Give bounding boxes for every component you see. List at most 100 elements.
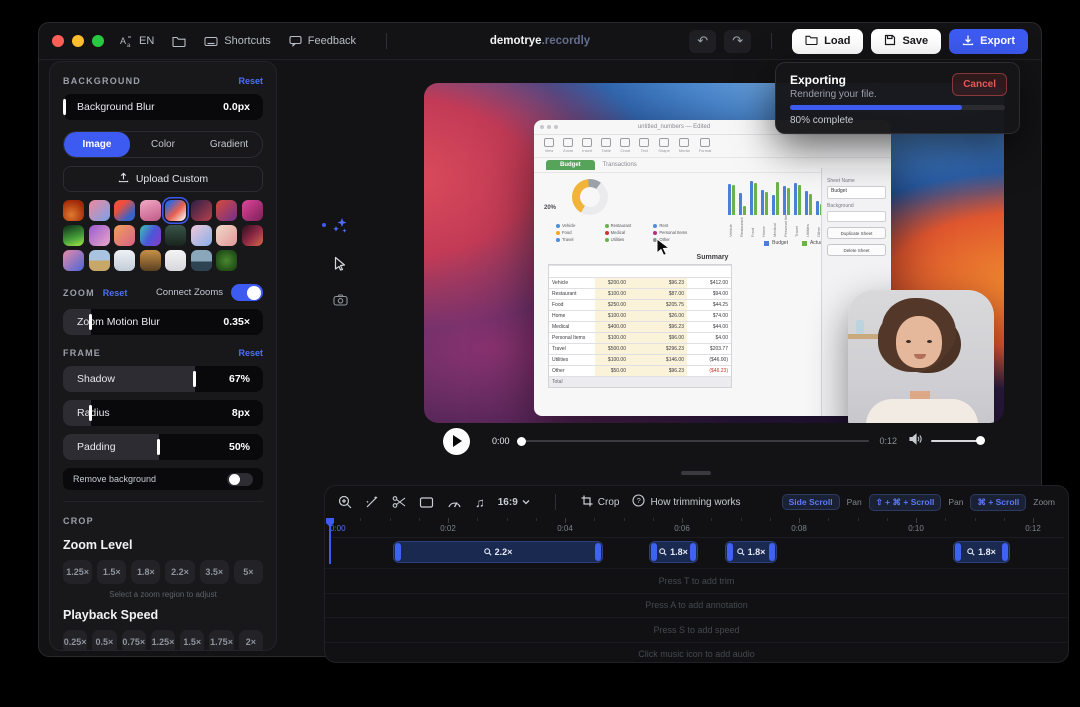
background-thumbnail-pink-marble[interactable] bbox=[191, 225, 212, 246]
region-handle-right[interactable] bbox=[1002, 543, 1008, 561]
zoom-in-tool-button[interactable] bbox=[338, 495, 352, 509]
zoom-level-option-1[interactable]: 1.5× bbox=[97, 560, 126, 584]
zoom-level-option-5[interactable]: 5× bbox=[234, 560, 263, 584]
zoom-motion-blur-slider[interactable]: Zoom Motion Blur 0.35× bbox=[63, 309, 263, 335]
tab-color[interactable]: Color bbox=[130, 132, 196, 157]
slider-handle[interactable] bbox=[89, 314, 92, 330]
frame-reset-link[interactable]: Reset bbox=[238, 348, 263, 358]
tab-image[interactable]: Image bbox=[64, 132, 130, 157]
background-thumbnail-autumn[interactable] bbox=[140, 250, 161, 271]
shortcuts-button[interactable]: Shortcuts bbox=[204, 35, 270, 47]
close-window-button[interactable] bbox=[52, 35, 64, 47]
upload-custom-button[interactable]: Upload Custom bbox=[63, 166, 263, 192]
speaker-icon[interactable] bbox=[909, 432, 923, 450]
export-button[interactable]: Export bbox=[949, 29, 1028, 54]
radius-slider[interactable]: Radius 8px bbox=[63, 400, 263, 426]
tab-gradient[interactable]: Gradient bbox=[196, 132, 262, 157]
zoom-region-0[interactable]: 2.2× bbox=[393, 541, 603, 563]
zoom-window-button[interactable] bbox=[92, 35, 104, 47]
slider-handle[interactable] bbox=[63, 99, 66, 115]
redo-button[interactable]: ↷ bbox=[724, 30, 751, 53]
load-button[interactable]: Load bbox=[792, 29, 863, 54]
zoom-level-option-0[interactable]: 1.25× bbox=[63, 560, 92, 584]
background-thumbnail-aurora-green[interactable] bbox=[63, 225, 84, 246]
speed-option-1[interactable]: 0.5× bbox=[92, 630, 116, 651]
background-thumbnail-valley[interactable] bbox=[89, 250, 110, 271]
background-thumbnail-dark-mountains[interactable] bbox=[165, 225, 186, 246]
region-handle-left[interactable] bbox=[395, 543, 401, 561]
background-thumbnail-pink-beige[interactable] bbox=[216, 225, 237, 246]
help-button[interactable]: ? How trimming works bbox=[632, 494, 740, 510]
background-thumbnail-white-plane[interactable] bbox=[114, 250, 135, 271]
save-button[interactable]: Save bbox=[871, 29, 941, 54]
minimize-window-button[interactable] bbox=[72, 35, 84, 47]
slider-handle[interactable] bbox=[157, 439, 160, 455]
background-reset-link[interactable]: Reset bbox=[238, 76, 263, 86]
background-thumbnail-lake[interactable] bbox=[191, 250, 212, 271]
zoom-region-2[interactable]: 1.8× bbox=[725, 541, 777, 563]
background-thumbnail-orange-flower[interactable] bbox=[63, 200, 84, 221]
background-thumbnail-pink-blue[interactable] bbox=[89, 200, 110, 221]
undo-button[interactable]: ↶ bbox=[689, 30, 716, 53]
seek-bar[interactable] bbox=[518, 440, 870, 442]
timeline-ruler[interactable]: 0:000:020:040:060:080:100:12 bbox=[329, 518, 1064, 538]
slider-handle[interactable] bbox=[89, 405, 92, 421]
region-handle-right[interactable] bbox=[690, 543, 696, 561]
cut-tool-button[interactable] bbox=[392, 495, 406, 509]
speed-option-5[interactable]: 1.75× bbox=[209, 630, 233, 651]
speed-option-6[interactable]: 2× bbox=[239, 630, 263, 651]
zoom-regions-track[interactable]: 2.2× 1.8× 1.8× 1.8× bbox=[329, 540, 1064, 564]
background-thumbnail-red-blue-wave[interactable] bbox=[114, 200, 135, 221]
feedback-button[interactable]: Feedback bbox=[289, 35, 356, 47]
zoom-level-option-2[interactable]: 1.8× bbox=[131, 560, 160, 584]
camera-tool[interactable] bbox=[333, 293, 348, 311]
background-thumbnail-purple-pink[interactable] bbox=[89, 225, 110, 246]
region-handle-right[interactable] bbox=[595, 543, 601, 561]
background-thumbnail-white-gray[interactable] bbox=[165, 250, 186, 271]
background-thumbnail-magenta[interactable] bbox=[242, 200, 263, 221]
annotation-tool-button[interactable] bbox=[419, 496, 434, 509]
connect-zooms-toggle[interactable] bbox=[231, 284, 263, 301]
background-thumbnail-orange-pink[interactable] bbox=[114, 225, 135, 246]
speed-option-3[interactable]: 1.25× bbox=[151, 630, 175, 651]
background-thumbnail-big-sur-light[interactable] bbox=[165, 200, 186, 221]
region-handle-left[interactable] bbox=[955, 543, 961, 561]
playhead[interactable] bbox=[329, 518, 331, 564]
aspect-ratio-dropdown[interactable]: 16:9 bbox=[498, 497, 530, 508]
speed-option-2[interactable]: 0.75× bbox=[122, 630, 146, 651]
slider-handle[interactable] bbox=[193, 371, 196, 387]
cursor-tool[interactable] bbox=[333, 256, 347, 276]
zoom-level-option-4[interactable]: 3.5× bbox=[200, 560, 229, 584]
language-button[interactable]: Aa EN bbox=[120, 35, 154, 48]
volume-knob[interactable] bbox=[976, 436, 985, 445]
remove-background-toggle[interactable] bbox=[227, 473, 253, 486]
video-preview[interactable]: untitled_numbers — Edited ViewZoomInsert… bbox=[424, 83, 1004, 423]
padding-slider[interactable]: Padding 50% bbox=[63, 434, 263, 460]
ai-effects-tool[interactable] bbox=[332, 217, 349, 239]
background-thumbnail-pink-blue-wave[interactable] bbox=[63, 250, 84, 271]
region-handle-left[interactable] bbox=[651, 543, 657, 561]
zoom-region-3[interactable]: 1.8× bbox=[953, 541, 1010, 563]
region-handle-right[interactable] bbox=[769, 543, 775, 561]
speed-option-4[interactable]: 1.5× bbox=[180, 630, 204, 651]
play-button[interactable] bbox=[443, 428, 470, 455]
volume-slider[interactable] bbox=[931, 440, 983, 443]
zoom-region-1[interactable]: 1.8× bbox=[649, 541, 698, 563]
background-blur-slider[interactable]: Background Blur 0.0px bbox=[63, 94, 263, 120]
panel-resize-handle[interactable] bbox=[681, 471, 711, 475]
music-tool-button[interactable]: ♫ bbox=[475, 495, 485, 510]
background-thumbnail-bamboo[interactable] bbox=[216, 250, 237, 271]
zoom-level-option-3[interactable]: 2.2× bbox=[165, 560, 194, 584]
background-thumbnail-dark-purple-red[interactable] bbox=[191, 200, 212, 221]
background-thumbnail-dark-red-swirl[interactable] bbox=[242, 225, 263, 246]
zoom-reset-link[interactable]: Reset bbox=[103, 288, 128, 298]
speed-option-0[interactable]: 0.25× bbox=[63, 630, 87, 651]
speed-tool-button[interactable] bbox=[447, 496, 462, 509]
region-handle-left[interactable] bbox=[727, 543, 733, 561]
crop-button[interactable]: Crop bbox=[581, 495, 620, 510]
export-cancel-button[interactable]: Cancel bbox=[952, 73, 1007, 96]
background-thumbnail-pink-wave[interactable] bbox=[140, 200, 161, 221]
background-thumbnail-rainbow-blue[interactable] bbox=[140, 225, 161, 246]
projects-button[interactable] bbox=[172, 35, 186, 47]
seek-knob[interactable] bbox=[517, 437, 526, 446]
